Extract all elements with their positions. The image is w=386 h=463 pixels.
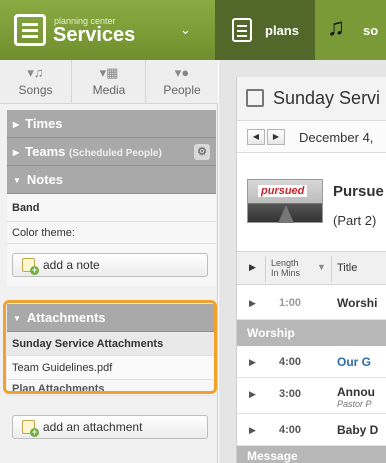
sidebar: ▾♫ Songs ▾▦ Media ▾● People ▶ Times ▶ Team… <box>0 60 218 463</box>
tab-plans-label: plans <box>265 23 299 38</box>
series-artwork-word: pursued <box>258 185 308 197</box>
table-row[interactable]: ▶ 3:00 Annou Pastor P <box>237 378 386 414</box>
section-notes[interactable]: ▼ Notes <box>7 166 216 194</box>
play-icon[interactable]: ▶ <box>249 425 256 436</box>
chevron-down-icon[interactable]: ⌄ <box>180 22 191 38</box>
add-attachment-icon: + <box>22 420 39 437</box>
section-teams-label: Teams <box>25 144 66 159</box>
tab-songs-label: so <box>363 23 379 38</box>
section-notes-label: Notes <box>26 172 64 187</box>
triangle-right-icon: ▶ <box>13 120 20 129</box>
table-row[interactable]: ▶ 4:00 Our G <box>237 346 386 378</box>
column-menu-icon[interactable]: ▼ <box>317 262 326 272</box>
play-icon[interactable]: ▶ <box>249 298 256 309</box>
main-content: Sunday Servi ◀ ▶ December 4, pursued Pur… <box>219 60 386 463</box>
songs-label: Songs <box>18 83 53 97</box>
title-column-header: Title <box>337 262 358 274</box>
media-label: Media <box>92 83 126 97</box>
plan-panel: Sunday Servi ◀ ▶ December 4, pursued Pur… <box>236 77 386 463</box>
music-note-icon: ▾♫ <box>27 65 44 80</box>
expand-all-icon[interactable]: ▶ <box>249 262 256 273</box>
person-icon: ▾● <box>174 65 190 80</box>
item-length: 4:00 <box>279 356 302 368</box>
plan-title[interactable]: Pursue <box>333 183 384 200</box>
item-length: 1:00 <box>279 297 302 309</box>
add-note-button[interactable]: + add a note <box>12 253 208 277</box>
item-subtitle: Pastor P <box>337 399 372 409</box>
section-times-label: Times <box>25 116 63 131</box>
plan-date: December 4, <box>299 130 374 145</box>
brand-title: Services <box>53 24 136 46</box>
plan-table-header: ▶ Length In Mins ▼ Title <box>237 251 386 285</box>
section-header: Message <box>237 446 386 463</box>
triangle-right-icon: ▶ <box>13 148 20 157</box>
triangle-down-icon: ▼ <box>13 176 21 185</box>
media-button[interactable]: ▾▦ Media <box>73 60 146 104</box>
length-column-header: Length In Mins <box>271 258 301 278</box>
section-teams[interactable]: ▶ Teams (Scheduled People) ⚙ <box>7 138 216 166</box>
table-row[interactable]: ▶ 1:00 Worshi <box>237 286 386 320</box>
film-icon: ▾▦ <box>99 65 119 80</box>
play-icon[interactable]: ▶ <box>249 357 256 368</box>
songs-button[interactable]: ▾♫ Songs <box>0 60 72 104</box>
item-title: Annou <box>337 385 375 399</box>
people-label: People <box>163 83 201 97</box>
item-title: Baby D <box>337 423 379 437</box>
item-title: Worshi <box>337 296 378 310</box>
next-date-button[interactable]: ▶ <box>267 129 285 145</box>
sidebar-icon-bar: ▾♫ Songs ▾▦ Media ▾● People <box>0 60 218 104</box>
add-attachment-button[interactable]: + add an attachment <box>12 415 208 439</box>
music-note-icon: ♫ <box>327 14 345 41</box>
note-color-theme: Color theme: <box>7 222 216 244</box>
date-navigator: ◀ ▶ December 4, <box>237 121 386 153</box>
tab-plans[interactable]: plans <box>215 0 315 60</box>
gear-icon[interactable]: ⚙ <box>194 144 210 160</box>
top-navigation-bar: planning center Services ⌄ plans ♫ so <box>0 0 386 60</box>
app-switcher[interactable]: planning center Services ⌄ <box>0 0 215 60</box>
item-title: Our G <box>337 355 372 369</box>
plan-summary: pursued Pursue (Part 2) <box>237 171 386 239</box>
page-title: Sunday Servi <box>273 88 381 108</box>
section-teams-sublabel: (Scheduled People) <box>69 148 162 159</box>
people-button[interactable]: ▾● People <box>147 60 217 104</box>
add-note-label: add a note <box>43 258 100 272</box>
series-artwork: pursued <box>247 179 323 223</box>
play-icon[interactable]: ▶ <box>249 389 256 400</box>
note-band: Band <box>7 194 216 222</box>
previous-date-button[interactable]: ◀ <box>247 129 265 145</box>
add-note-icon: + <box>22 258 39 275</box>
add-attachment-label: add an attachment <box>43 420 143 434</box>
plans-icon <box>232 18 252 42</box>
services-logo-icon <box>14 14 46 46</box>
section-header: Worship <box>237 320 386 346</box>
plan-subtitle: (Part 2) <box>333 213 377 228</box>
item-length: 3:00 <box>279 388 302 400</box>
section-times[interactable]: ▶ Times <box>7 110 216 138</box>
tab-songs[interactable]: ♫ so <box>315 0 386 60</box>
table-row[interactable]: ▶ 4:00 Baby D <box>237 414 386 446</box>
attachments-highlight <box>3 300 217 394</box>
item-length: 4:00 <box>279 424 302 436</box>
page-header: Sunday Servi <box>237 77 386 121</box>
service-type-icon <box>246 89 264 107</box>
